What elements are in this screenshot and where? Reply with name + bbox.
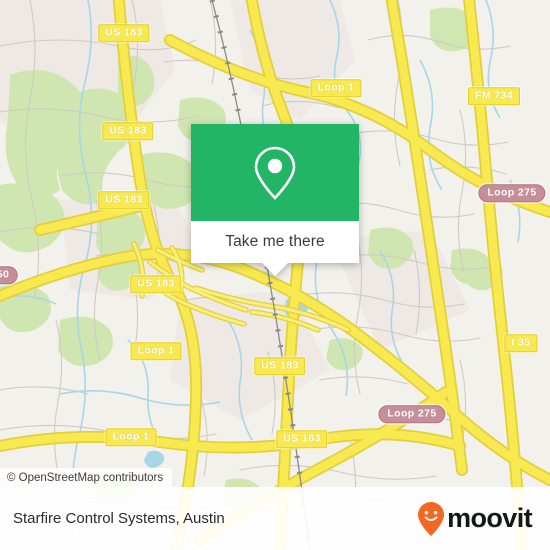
road-shield-label: US 183	[276, 430, 328, 448]
road-shield-label: I 35	[504, 334, 538, 352]
road-shield-label: US 183	[98, 24, 150, 42]
road-shield-label: US 183	[102, 122, 154, 140]
road-shield-label: 50	[0, 266, 19, 284]
road-shield-label: Loop 275	[478, 184, 546, 202]
attribution-text: © OpenStreetMap contributors	[7, 471, 164, 484]
popup-header	[191, 124, 359, 221]
location-pin-icon	[254, 146, 296, 200]
road-shield-label: Loop 1	[105, 428, 157, 446]
road-shield-label: US 183	[98, 191, 150, 209]
road-shield-label: Loop 275	[378, 405, 446, 423]
moovit-pin-icon	[418, 501, 445, 536]
take-me-there-button[interactable]: Take me there	[191, 221, 359, 263]
road-shield-label: Loop 1	[310, 79, 362, 97]
road-shield-label: Loop 1	[130, 342, 182, 360]
take-me-there-label: Take me there	[225, 233, 325, 250]
road-shield-label: US 183	[130, 275, 182, 293]
map-screenshot: US 183 Loop 1 FM 734 US 183 Loop 275 US 183 50…	[0, 0, 550, 550]
moovit-logo[interactable]: moovit	[416, 501, 533, 537]
road-shield-label: US 183	[254, 357, 306, 375]
popup-pointer-tail	[262, 263, 288, 276]
road-shield-label: FM 734	[468, 87, 520, 105]
place-title: Starfire Control Systems, Austin	[13, 510, 225, 527]
map-attribution: © OpenStreetMap contributors	[0, 468, 173, 487]
footer-bar: Starfire Control Systems, Austin moovit	[0, 487, 550, 550]
destination-popup-card[interactable]: Take me there	[191, 124, 359, 276]
moovit-wordmark: moovit	[447, 503, 533, 533]
